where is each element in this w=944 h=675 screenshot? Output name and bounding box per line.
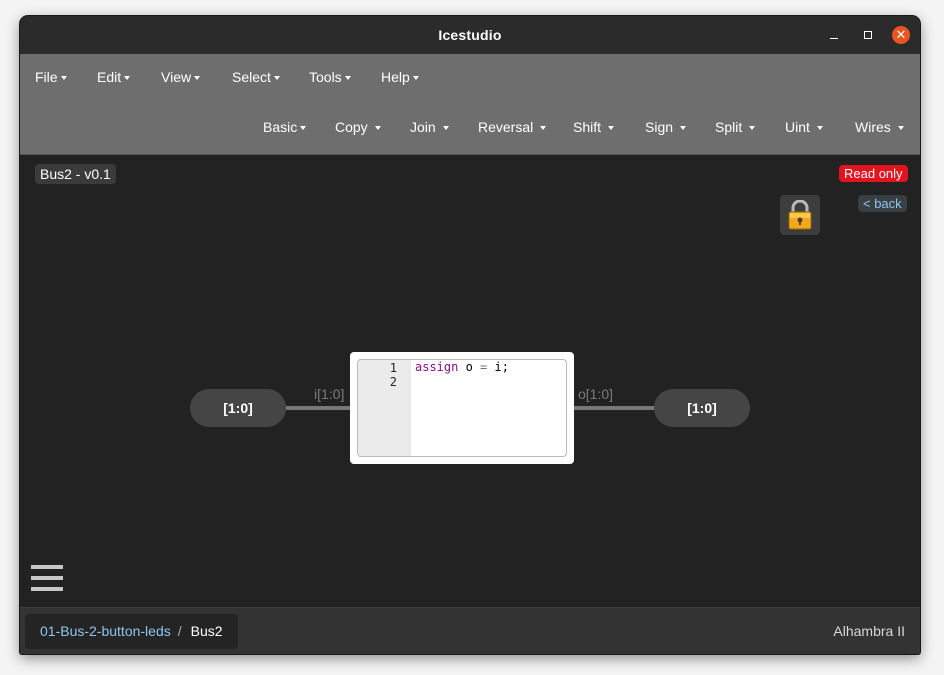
caret-down-icon bbox=[374, 126, 381, 131]
menu-edit[interactable]: Edit bbox=[97, 69, 131, 85]
menu-wires[interactable]: Wires bbox=[855, 119, 904, 135]
close-button[interactable]: ✕ bbox=[892, 26, 910, 44]
status-bar: 01-Bus-2-button-leds / Bus2 Alhambra II bbox=[20, 607, 920, 654]
code-rhs: i; bbox=[487, 360, 509, 374]
code-lhs: o bbox=[458, 360, 481, 374]
breadcrumb-current: Bus2 bbox=[190, 623, 223, 639]
menu-view[interactable]: View bbox=[161, 69, 201, 85]
lock-icon bbox=[788, 200, 812, 230]
title-bar: Icestudio ✕ bbox=[20, 16, 920, 55]
code-keyword: assign bbox=[415, 360, 459, 374]
caret-down-icon bbox=[273, 76, 280, 81]
menu-copy[interactable]: Copy bbox=[335, 119, 381, 135]
breadcrumb: 01-Bus-2-button-leds / Bus2 bbox=[25, 614, 238, 649]
read-only-badge: Read only bbox=[839, 165, 908, 182]
caret-down-icon bbox=[412, 76, 419, 81]
design-canvas[interactable]: Bus2 - v0.1 Read only < back [1:0] i[1:0… bbox=[20, 155, 920, 607]
maximize-button[interactable] bbox=[859, 26, 877, 44]
output-port-label: o[1:0] bbox=[578, 386, 614, 402]
caret-down-icon bbox=[816, 126, 823, 131]
lock-button[interactable] bbox=[780, 195, 820, 235]
caret-down-icon bbox=[344, 76, 351, 81]
menu-help[interactable]: Help bbox=[381, 69, 419, 85]
caret-down-icon bbox=[540, 126, 547, 131]
output-wire[interactable] bbox=[572, 406, 656, 410]
menu-sign[interactable]: Sign bbox=[645, 119, 686, 135]
menu-shift[interactable]: Shift bbox=[573, 119, 614, 135]
input-port-label: i[1:0] bbox=[314, 386, 345, 402]
menu-bar: File Edit View Select Tools Help Basic C… bbox=[20, 54, 920, 155]
line-number: 1 bbox=[389, 361, 397, 375]
caret-down-icon bbox=[607, 126, 614, 131]
caret-down-icon bbox=[679, 126, 686, 131]
back-link[interactable]: < back bbox=[858, 195, 907, 212]
board-name: Alhambra II bbox=[833, 623, 905, 639]
output-port[interactable]: [1:0] bbox=[654, 389, 750, 427]
input-wire[interactable] bbox=[284, 406, 352, 410]
window-title: Icestudio bbox=[438, 27, 502, 43]
breadcrumb-separator: / bbox=[177, 623, 182, 639]
code-line: assign o = i; bbox=[415, 360, 509, 374]
code-editor[interactable]: 1 2 assign o = i; bbox=[357, 359, 567, 457]
line-number: 2 bbox=[389, 375, 397, 389]
menu-tools[interactable]: Tools bbox=[309, 69, 351, 85]
caret-down-icon bbox=[300, 126, 307, 131]
menu-split[interactable]: Split bbox=[715, 119, 756, 135]
caret-down-icon bbox=[124, 76, 131, 81]
caret-down-icon bbox=[194, 76, 201, 81]
menu-select[interactable]: Select bbox=[232, 69, 280, 85]
caret-down-icon bbox=[442, 126, 449, 131]
version-badge: Bus2 - v0.1 bbox=[35, 164, 116, 184]
menu-join[interactable]: Join bbox=[410, 119, 449, 135]
input-port[interactable]: [1:0] bbox=[190, 389, 286, 427]
code-block[interactable]: 1 2 assign o = i; bbox=[350, 352, 574, 464]
menu-basic[interactable]: Basic bbox=[263, 119, 307, 135]
caret-down-icon bbox=[60, 76, 67, 81]
menu-uint[interactable]: Uint bbox=[785, 119, 823, 135]
menu-reversal[interactable]: Reversal bbox=[478, 119, 547, 135]
hamburger-menu-icon[interactable] bbox=[31, 565, 63, 593]
caret-down-icon bbox=[897, 126, 904, 131]
minimize-button[interactable] bbox=[825, 26, 843, 44]
line-gutter: 1 2 bbox=[358, 360, 411, 456]
app-window: Icestudio ✕ File Edit View Select Tools … bbox=[20, 16, 920, 654]
menu-file[interactable]: File bbox=[35, 69, 67, 85]
breadcrumb-link-project[interactable]: 01-Bus-2-button-leds bbox=[40, 623, 171, 639]
caret-down-icon bbox=[749, 126, 756, 131]
